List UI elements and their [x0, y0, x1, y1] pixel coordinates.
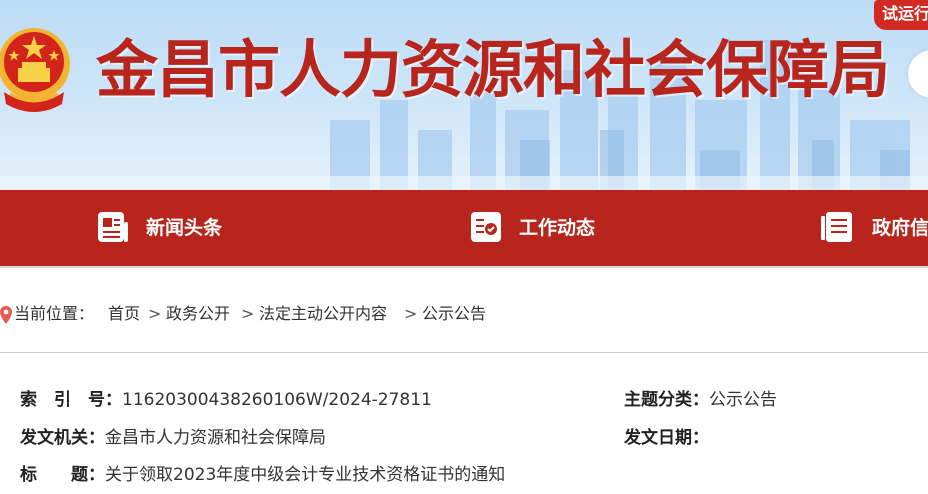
nav-item-gov-info[interactable]: 政府信: [818, 190, 928, 266]
topic-category-label: 主题分类：: [624, 390, 709, 410]
breadcrumb-separator: >: [241, 304, 255, 323]
document-title-value: 关于领取2023年度中级会计专业技术资格证书的通知: [105, 465, 506, 485]
index-number-row: 索 引 号：11620300438260106W/2024-27811: [20, 385, 432, 415]
site-title: 金昌市人力资源和社会保障局: [96, 33, 890, 106]
topic-category-row: 主题分类：公示公告: [624, 385, 777, 415]
issuing-agency-value: 金昌市人力资源和社会保障局: [105, 428, 326, 448]
breadcrumb-item-statutory-disclosure[interactable]: 法定主动公开内容: [259, 298, 387, 330]
breadcrumb-separator: >: [404, 304, 418, 323]
issuing-agency-row: 发文机关：金昌市人力资源和社会保障局: [20, 423, 326, 453]
gov-info-icon: [821, 212, 852, 242]
trial-run-badge: 试运行: [874, 0, 928, 30]
breadcrumb-prefix: 当前位置：: [14, 304, 95, 323]
topic-category-value: 公示公告: [709, 390, 777, 410]
nav-item-news[interactable]: 新闻头条: [94, 190, 254, 266]
issue-date-label: 发文日期：: [624, 428, 709, 448]
breadcrumb-divider: [0, 352, 928, 353]
document-title-row: 标 题：关于领取2023年度中级会计专业技术资格证书的通知: [20, 460, 505, 490]
document-title-label: 标 题：: [20, 465, 105, 485]
breadcrumb-item-public-notices[interactable]: 公示公告: [422, 298, 486, 330]
nav-item-news-label: 新闻头条: [146, 217, 223, 239]
main-nav: 新闻头条 工作动态 政府信: [0, 190, 928, 266]
location-pin-icon: [0, 306, 12, 324]
site-banner: 金昌市人力资源和社会保障局 试运行: [0, 0, 928, 190]
nav-divider: [0, 266, 928, 268]
work-dynamics-icon: [471, 212, 501, 242]
nav-item-gov-info-label: 政府信: [872, 217, 928, 239]
index-number-label: 索 引 号：: [20, 390, 122, 410]
breadcrumb-separator: >: [148, 304, 162, 323]
breadcrumb-item-gov-affairs[interactable]: 政务公开: [166, 298, 230, 330]
index-number-value: 11620300438260106W/2024-27811: [122, 390, 432, 410]
national-emblem: [0, 28, 70, 112]
issue-date-row: 发文日期：: [624, 423, 709, 453]
news-icon: [98, 212, 128, 242]
trial-run-label: 试运行: [882, 4, 928, 23]
nav-item-work-dynamics-label: 工作动态: [519, 217, 596, 239]
breadcrumb-item-home[interactable]: 首页: [108, 298, 140, 330]
nav-item-work-dynamics[interactable]: 工作动态: [467, 190, 637, 266]
issuing-agency-label: 发文机关：: [20, 428, 105, 448]
